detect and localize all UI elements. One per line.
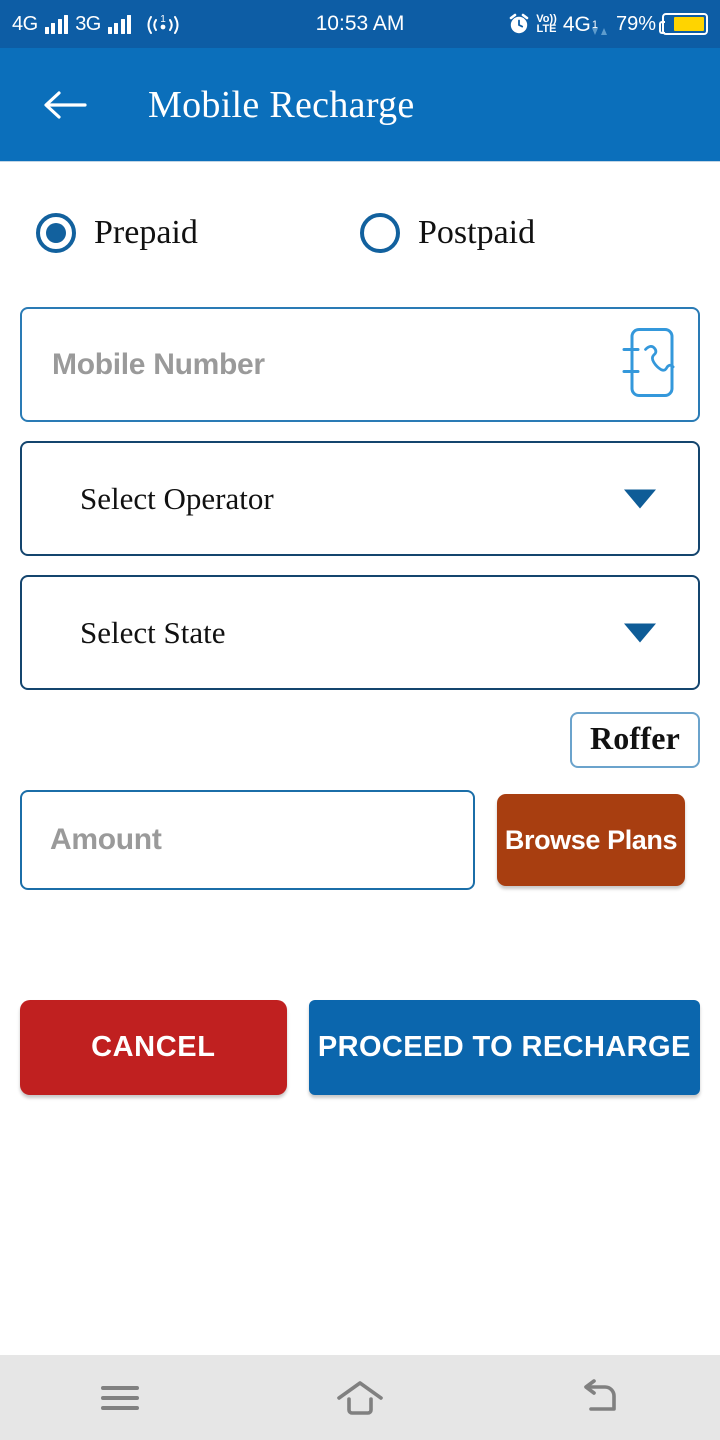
- sim1-network-label: 4G: [12, 12, 38, 35]
- nav-menu-button[interactable]: [0, 1355, 240, 1440]
- radio-label-prepaid: Prepaid: [94, 214, 198, 251]
- app-bar: Mobile Recharge: [0, 48, 720, 161]
- operator-dropdown-label: Select Operator: [80, 480, 274, 516]
- menu-icon: [101, 1385, 139, 1410]
- contact-book-icon[interactable]: [618, 325, 676, 404]
- hotspot-icon: 1: [146, 13, 180, 35]
- radio-label-postpaid: Postpaid: [418, 214, 536, 251]
- amount-field[interactable]: Amount: [20, 790, 475, 890]
- svg-text:1: 1: [161, 14, 167, 25]
- status-bar-left: 4G 3G 1: [12, 13, 180, 36]
- state-dropdown[interactable]: Select State: [20, 575, 700, 690]
- battery-percent-label: 79%: [615, 12, 656, 35]
- amount-placeholder: Amount: [50, 823, 162, 856]
- data-activity-icon: [590, 27, 610, 37]
- back-button[interactable]: [36, 76, 94, 134]
- sim2-network-label: 3G: [75, 12, 101, 35]
- arrow-left-icon: [44, 90, 87, 119]
- back-arrow-icon: [584, 1378, 616, 1411]
- operator-dropdown[interactable]: Select Operator: [20, 441, 700, 556]
- connection-type-group: Prepaid Postpaid: [20, 161, 700, 253]
- amount-row: Amount Browse Plans: [20, 790, 700, 890]
- main-content: Prepaid Postpaid Mobile Number Select Op…: [0, 161, 720, 1095]
- volte-bottom-label: LTE: [536, 23, 557, 35]
- mobile-number-field[interactable]: Mobile Number: [20, 307, 700, 422]
- home-icon: [337, 1380, 383, 1415]
- roffer-button[interactable]: Roffer: [569, 712, 700, 768]
- chevron-down-icon[interactable]: [624, 623, 656, 642]
- browse-plans-button[interactable]: Browse Plans: [497, 794, 685, 886]
- sim2-signal-icon: [107, 14, 132, 34]
- proceed-to-recharge-button[interactable]: PROCEED TO RECHARGE: [308, 1000, 700, 1095]
- battery-icon: [659, 13, 708, 35]
- clock-label: 10:53 AM: [315, 12, 405, 35]
- status-bar-right: Vo)) LTE 4G 1 79%: [508, 11, 708, 37]
- chevron-down-icon[interactable]: [624, 489, 656, 508]
- cancel-button[interactable]: CANCEL: [20, 1000, 287, 1095]
- nav-home-button[interactable]: [240, 1355, 480, 1440]
- volte-icon: Vo)) LTE: [536, 13, 557, 35]
- alarm-icon: [508, 13, 530, 35]
- status-bar: 4G 3G 1 10:53 AM Vo)) LTE 4G 1 79%: [0, 0, 720, 48]
- sim1-signal-icon: [44, 14, 69, 34]
- radio-option-prepaid[interactable]: Prepaid: [20, 213, 360, 253]
- radio-unselected-icon[interactable]: [360, 213, 400, 253]
- data-network-label: 4G: [562, 12, 591, 36]
- system-navigation-bar: [0, 1355, 720, 1440]
- radio-selected-icon[interactable]: [36, 213, 76, 253]
- nav-back-button[interactable]: [480, 1355, 720, 1440]
- state-dropdown-label: Select State: [80, 614, 226, 650]
- page-title: Mobile Recharge: [148, 83, 415, 126]
- mobile-number-placeholder: Mobile Number: [52, 347, 265, 381]
- radio-option-postpaid[interactable]: Postpaid: [360, 213, 535, 253]
- action-buttons-row: CANCEL PROCEED TO RECHARGE: [20, 1000, 700, 1095]
- roffer-row: Roffer: [20, 712, 700, 768]
